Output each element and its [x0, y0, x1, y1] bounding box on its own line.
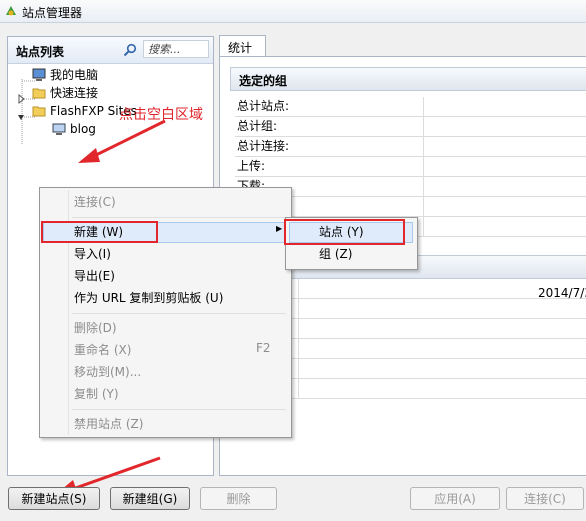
- stat-row: 总计组:: [235, 117, 586, 137]
- connect-button[interactable]: 连接(C): [506, 487, 584, 510]
- tree-item-quick-connect[interactable]: 快速连接: [32, 84, 98, 102]
- monitor-icon: [52, 123, 66, 135]
- annotation-box-new: [41, 221, 158, 243]
- tree-item-my-computer[interactable]: 我的电脑: [32, 66, 98, 84]
- menu-item-connect[interactable]: 连接(C): [74, 192, 116, 212]
- site-list-header: 站点列表 搜索...: [8, 37, 213, 64]
- stat-label: 总计组:: [237, 119, 278, 133]
- tree-item-label: 快速连接: [50, 86, 99, 100]
- menu-item-move-to[interactable]: 移动到(M)...: [74, 362, 141, 382]
- stat-row: 上传:: [235, 157, 586, 177]
- date-value: 2014/7/3: [538, 286, 586, 300]
- stat-row: 总计连接:: [235, 137, 586, 157]
- stat-label: 上传:: [237, 159, 266, 173]
- stat-row: 总计站点:: [235, 97, 586, 117]
- new-site-button[interactable]: 新建站点(S): [8, 487, 100, 510]
- app-logo-icon: [6, 6, 16, 16]
- section-title: 选定的组: [239, 74, 288, 88]
- tree-item-label: 我的电脑: [50, 68, 99, 82]
- section-header: 选定的组: [230, 67, 586, 91]
- search-icon[interactable]: [123, 43, 137, 57]
- apply-button[interactable]: 应用(A): [410, 487, 500, 510]
- menu-item-disable-site[interactable]: 禁用站点 (Z): [74, 414, 143, 434]
- tree-item-label: blog: [70, 122, 96, 136]
- menu-item-rename[interactable]: 重命名 (X): [74, 340, 131, 360]
- tab-statistics[interactable]: 统计: [219, 35, 266, 57]
- annotation-text: 点击空白区域: [119, 107, 203, 123]
- computer-icon: [32, 68, 46, 81]
- folder-open-icon: [32, 106, 46, 117]
- menu-item-import[interactable]: 导入(I): [74, 244, 111, 264]
- stat-label: 总计站点:: [237, 99, 290, 113]
- menu-item-export[interactable]: 导出(E): [74, 266, 115, 286]
- menu-item-copy-url[interactable]: 作为 URL 复制到剪贴板 (U): [74, 288, 223, 308]
- submenu-item-group[interactable]: 组 (Z): [319, 244, 352, 264]
- delete-button[interactable]: 删除: [200, 487, 277, 510]
- new-group-button[interactable]: 新建组(G): [110, 487, 190, 510]
- shortcut-label: F2: [256, 341, 271, 355]
- stat-label: 总计连接:: [237, 139, 290, 153]
- tree-item-blog[interactable]: blog: [52, 120, 96, 138]
- site-list-title: 站点列表: [16, 45, 65, 59]
- menu-item-delete[interactable]: 删除(D): [74, 318, 117, 338]
- title-bar: 站点管理器: [0, 0, 586, 23]
- window-title: 站点管理器: [22, 6, 83, 20]
- tab-label: 统计: [228, 41, 253, 55]
- search-input[interactable]: 搜索...: [143, 40, 209, 58]
- annotation-box-site: [284, 219, 405, 245]
- menu-item-copy[interactable]: 复制 (Y): [74, 384, 119, 404]
- folder-icon: [32, 88, 46, 99]
- submenu-arrow-icon: ▶: [276, 224, 283, 233]
